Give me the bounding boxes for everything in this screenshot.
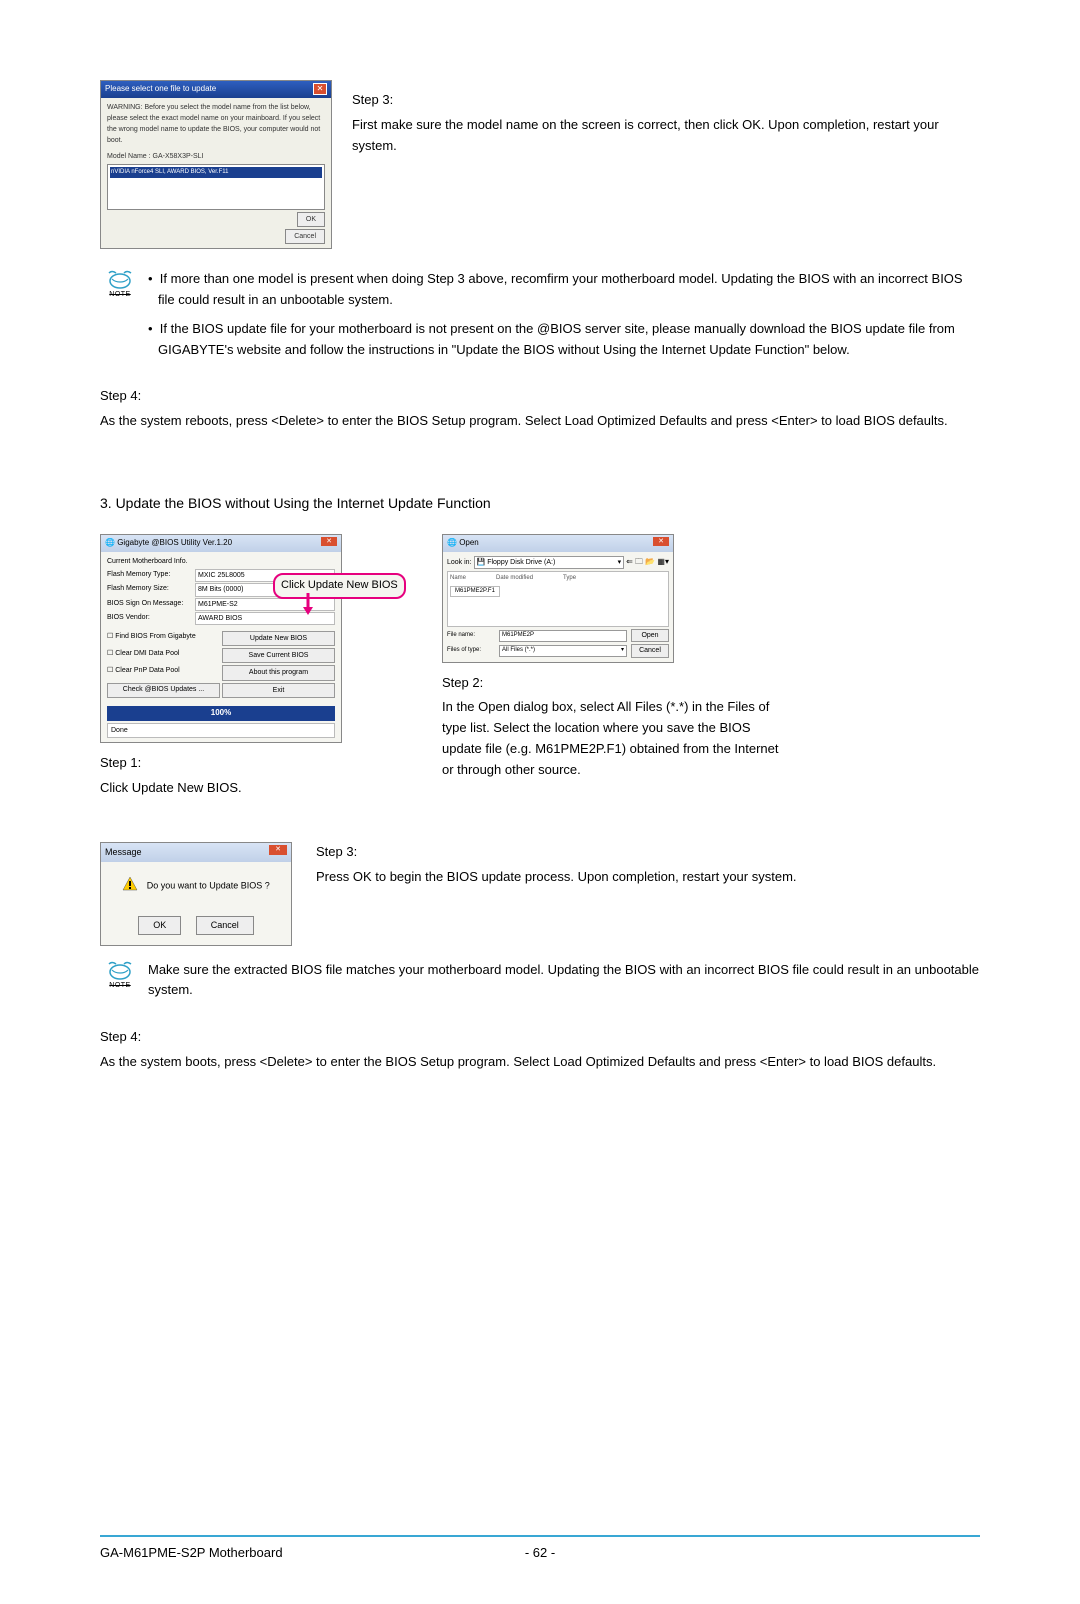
about-program-button[interactable]: About this program (222, 665, 335, 680)
step3-text: First make sure the model name on the sc… (352, 115, 980, 157)
lookin-label: Look in: (447, 557, 472, 568)
close-icon[interactable]: ✕ (313, 83, 327, 95)
warning-icon (122, 876, 138, 896)
open-dialog: 🌐 Open ✕ Look in: 💾 Floppy Disk Drive (A… (442, 534, 674, 662)
vendor-label: BIOS Vendor: (107, 612, 195, 625)
status-text: Done (107, 723, 335, 738)
note2-text: Make sure the extracted BIOS file matche… (148, 960, 980, 1002)
step4b-text: As the system boots, press <Delete> to e… (100, 1052, 980, 1073)
page-footer: GA-M61PME-S2P Motherboard - 62 - (100, 1535, 980, 1564)
opt-clear-pnp[interactable]: ☐ Clear PnP Data Pool (107, 665, 220, 680)
note-bullet-2: • If the BIOS update file for your mothe… (148, 319, 980, 361)
ok-button[interactable]: OK (138, 916, 181, 934)
callout-bubble: Click Update New BIOS (273, 573, 406, 599)
step3b-text: Press OK to begin the BIOS update proces… (316, 867, 980, 888)
message-title: Message (105, 845, 142, 859)
close-icon[interactable]: ✕ (653, 537, 669, 546)
cancel-button[interactable]: Cancel (631, 644, 669, 657)
filetype-combo[interactable]: All Files (*.*)▾ (499, 645, 627, 657)
message-text: Do you want to Update BIOS ? (147, 880, 270, 890)
update-new-bios-button[interactable]: Update New BIOS (222, 631, 335, 646)
cancel-button[interactable]: Cancel (196, 916, 254, 934)
col-type: Type (563, 574, 576, 584)
close-icon[interactable]: ✕ (321, 537, 337, 546)
step4-heading: Step 4: (100, 386, 980, 407)
model-name-label: Model Name : GA-X58X3P-SLI (107, 151, 325, 162)
exit-button[interactable]: Exit (222, 683, 335, 698)
dialog-title: Please select one file to update (105, 83, 216, 96)
flash-size-label: Flash Memory Size: (107, 583, 195, 596)
flash-type-label: Flash Memory Type: (107, 569, 195, 582)
cancel-button[interactable]: Cancel (285, 229, 325, 244)
model-listbox[interactable]: nVIDIA nForce4 SLI, AWARD BIOS, Ver.F11 (107, 164, 325, 210)
step1-text: Click Update New BIOS. (100, 778, 342, 799)
note-label: NOTE (109, 291, 130, 298)
filetype-label: Files of type: (447, 646, 495, 656)
step2-heading: Step 2: (442, 673, 782, 694)
col-date: Date modified (496, 574, 533, 584)
arrow-icon (301, 593, 315, 615)
dialog-warning-text: WARNING: Before you select the model nam… (107, 102, 325, 147)
sign-on-label: BIOS Sign On Message: (107, 598, 195, 611)
bios-utility-window: 🌐 Gigabyte @BIOS Utility Ver.1.20 ✕ Curr… (100, 534, 342, 742)
dialog-titlebar: Please select one file to update ✕ (101, 81, 331, 98)
note-bullet-1: • If more than one model is present when… (148, 269, 980, 311)
file-list[interactable]: Name Date modified Type M61PME2P.F1 (447, 571, 669, 627)
step3b-heading: Step 3: (316, 842, 980, 863)
select-file-dialog: Please select one file to update ✕ WARNI… (100, 80, 332, 249)
note-label: NOTE (109, 982, 130, 989)
message-dialog: Message ✕ Do you want to Update BIOS ? O… (100, 842, 292, 945)
step1-heading: Step 1: (100, 753, 342, 774)
col-name: Name (450, 574, 466, 584)
ok-button[interactable]: OK (297, 212, 325, 227)
group-label: Current Motherboard Info. (107, 556, 335, 567)
step3-heading: Step 3: (352, 90, 980, 111)
section-heading: 3. Update the BIOS without Using the Int… (100, 492, 980, 514)
footer-page-number: - 62 - (490, 1543, 590, 1564)
step4b-heading: Step 4: (100, 1027, 980, 1048)
lookin-combo[interactable]: 💾 Floppy Disk Drive (A:)▾ (474, 556, 625, 569)
close-icon[interactable]: ✕ (269, 845, 287, 855)
bios-util-title: 🌐 Gigabyte @BIOS Utility Ver.1.20 (105, 537, 232, 550)
progress-bar: 100% (107, 706, 335, 721)
step4-text: As the system reboots, press <Delete> to… (100, 411, 980, 432)
opt-find-bios[interactable]: ☐ Find BIOS From Gigabyte (107, 631, 220, 646)
filename-label: File name: (447, 631, 495, 641)
note-icon: NOTE (100, 269, 140, 368)
open-dialog-title: 🌐 Open (447, 537, 479, 550)
opt-check-updates[interactable]: Check @BIOS Updates ... (107, 683, 220, 698)
save-current-bios-button[interactable]: Save Current BIOS (222, 648, 335, 663)
opt-clear-dmi[interactable]: ☐ Clear DMI Data Pool (107, 648, 220, 663)
open-button[interactable]: Open (631, 629, 669, 642)
file-item[interactable]: M61PME2P.F1 (450, 586, 500, 598)
footer-product: GA-M61PME-S2P Motherboard (100, 1543, 490, 1564)
filename-field[interactable]: M61PME2P (499, 630, 627, 642)
step2-text: In the Open dialog box, select All Files… (442, 697, 782, 780)
note-icon: NOTE (100, 960, 140, 1010)
nav-icons[interactable]: ⇐ 🗀 📂 ▦▾ (626, 556, 669, 569)
list-item[interactable]: nVIDIA nForce4 SLI, AWARD BIOS, Ver.F11 (110, 167, 322, 179)
